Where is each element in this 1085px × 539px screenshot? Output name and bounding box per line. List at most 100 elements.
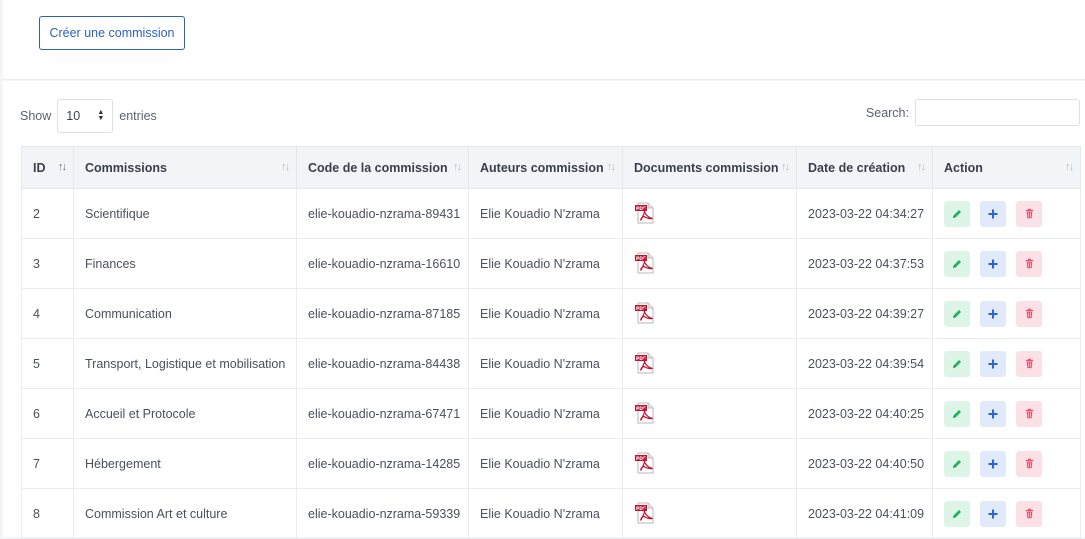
page-length-select[interactable]: 10 ▲ ▼: [57, 99, 114, 133]
edit-button[interactable]: [944, 500, 970, 527]
cell-actions: [932, 488, 1081, 539]
row-actions: [944, 350, 1069, 377]
cell-code: elie-kouadio-nzrama-89431: [296, 188, 469, 239]
column-header-documents[interactable]: Documents commission ↑↓: [622, 146, 797, 189]
cell-document: PDF: [622, 488, 797, 539]
cell-code: elie-kouadio-nzrama-67471: [296, 388, 469, 439]
pencil-icon: [951, 308, 963, 320]
cell-id: 7: [21, 438, 74, 489]
pencil-icon: [951, 358, 963, 370]
cell-document: PDF: [622, 438, 797, 489]
cell-date: 2023-03-22 04:37:53: [796, 238, 933, 289]
pdf-file-icon[interactable]: PDF: [634, 452, 656, 474]
row-actions: [944, 400, 1069, 427]
cell-actions: [932, 238, 1081, 289]
commissions-table: ID ↑↓ Commissions ↑↓ Code de la commission…: [21, 146, 1081, 539]
cell-id: 5: [21, 338, 74, 389]
cell-date: 2023-03-22 04:41:09: [796, 488, 933, 539]
edit-button[interactable]: [944, 250, 970, 277]
cell-document: PDF: [622, 338, 797, 389]
edit-button[interactable]: [944, 450, 970, 477]
commissions-card: Show 10 ▲ ▼ entries Search: ID ↑↓ Commissi…: [3, 81, 1085, 539]
cell-commission-name: Commission Art et culture: [73, 488, 297, 539]
cell-commission-name: Accueil et Protocole: [73, 388, 297, 439]
row-actions: [944, 250, 1069, 277]
cell-date: 2023-03-22 04:40:25: [796, 388, 933, 439]
delete-button[interactable]: [1016, 200, 1042, 227]
search-input[interactable]: [915, 99, 1080, 126]
add-button[interactable]: [980, 350, 1006, 377]
row-actions: [944, 300, 1069, 327]
cell-document: PDF: [622, 288, 797, 339]
delete-button[interactable]: [1016, 350, 1042, 377]
trash-icon: [1024, 408, 1035, 419]
add-button[interactable]: [980, 400, 1006, 427]
row-actions: [944, 500, 1069, 527]
column-header-date[interactable]: Date de création ↑↓: [796, 146, 933, 189]
cell-id: 2: [21, 188, 74, 239]
trash-icon: [1024, 358, 1035, 369]
delete-button[interactable]: [1016, 450, 1042, 477]
sort-asc-icon: ↑↓: [58, 161, 67, 173]
delete-button[interactable]: [1016, 500, 1042, 527]
entries-label: entries: [119, 109, 157, 123]
sort-icon: ↑↓: [917, 161, 926, 173]
cell-author: Elie Kouadio N'zrama: [468, 488, 623, 539]
pdf-file-icon[interactable]: PDF: [634, 202, 656, 224]
column-header-commissions[interactable]: Commissions ↑↓: [73, 146, 297, 189]
edit-button[interactable]: [944, 350, 970, 377]
delete-button[interactable]: [1016, 300, 1042, 327]
column-header-id[interactable]: ID ↑↓: [21, 146, 74, 189]
add-button[interactable]: [980, 300, 1006, 327]
row-actions: [944, 450, 1069, 477]
add-button[interactable]: [980, 200, 1006, 227]
plus-icon: [987, 308, 999, 320]
edit-button[interactable]: [944, 200, 970, 227]
table-row: 5 Transport, Logistique et mobilisation el…: [21, 338, 1081, 389]
sort-icon: ↑↓: [781, 161, 790, 173]
pencil-icon: [951, 508, 963, 520]
trash-icon: [1024, 508, 1035, 519]
cell-commission-name: Hébergement: [73, 438, 297, 489]
pdf-file-icon[interactable]: PDF: [634, 402, 656, 424]
plus-icon: [987, 458, 999, 470]
column-header-code[interactable]: Code de la commission ↑↓: [296, 146, 469, 189]
pencil-icon: [951, 408, 963, 420]
cell-date: 2023-03-22 04:40:50: [796, 438, 933, 489]
edit-button[interactable]: [944, 400, 970, 427]
delete-button[interactable]: [1016, 250, 1042, 277]
trash-icon: [1024, 258, 1035, 269]
create-commission-button[interactable]: Créer une commission: [39, 16, 185, 50]
cell-commission-name: Transport, Logistique et mobilisation: [73, 338, 297, 389]
table-body: 2 Scientifique elie-kouadio-nzrama-89431 El…: [21, 188, 1081, 539]
cell-code: elie-kouadio-nzrama-14285: [296, 438, 469, 489]
table-row: 6 Accueil et Protocole elie-kouadio-nzrama…: [21, 388, 1081, 439]
cell-code: elie-kouadio-nzrama-16610: [296, 238, 469, 289]
edit-button[interactable]: [944, 300, 970, 327]
pdf-file-icon[interactable]: PDF: [634, 252, 656, 274]
add-button[interactable]: [980, 500, 1006, 527]
pdf-file-icon[interactable]: PDF: [634, 302, 656, 324]
cell-author: Elie Kouadio N'zrama: [468, 338, 623, 389]
pencil-icon: [951, 258, 963, 270]
page-length-value: 10: [66, 109, 81, 123]
sort-icon: ↑↓: [281, 161, 290, 173]
search-label: Search:: [865, 105, 909, 120]
pencil-icon: [951, 208, 963, 220]
cell-actions: [932, 338, 1081, 389]
cell-actions: [932, 438, 1081, 489]
delete-button[interactable]: [1016, 400, 1042, 427]
add-button[interactable]: [980, 450, 1006, 477]
column-header-authors[interactable]: Auteurs commission ↑↓: [468, 146, 623, 189]
sort-icon: ↑↓: [607, 161, 616, 173]
cell-code: elie-kouadio-nzrama-59339: [296, 488, 469, 539]
cell-author: Elie Kouadio N'zrama: [468, 438, 623, 489]
add-button[interactable]: [980, 250, 1006, 277]
pdf-file-icon[interactable]: PDF: [634, 352, 656, 374]
cell-author: Elie Kouadio N'zrama: [468, 288, 623, 339]
plus-icon: [987, 408, 999, 420]
column-header-action[interactable]: Action ↑↓: [932, 146, 1081, 189]
cell-author: Elie Kouadio N'zrama: [468, 388, 623, 439]
pdf-file-icon[interactable]: PDF: [634, 502, 656, 524]
cell-document: PDF: [622, 238, 797, 289]
